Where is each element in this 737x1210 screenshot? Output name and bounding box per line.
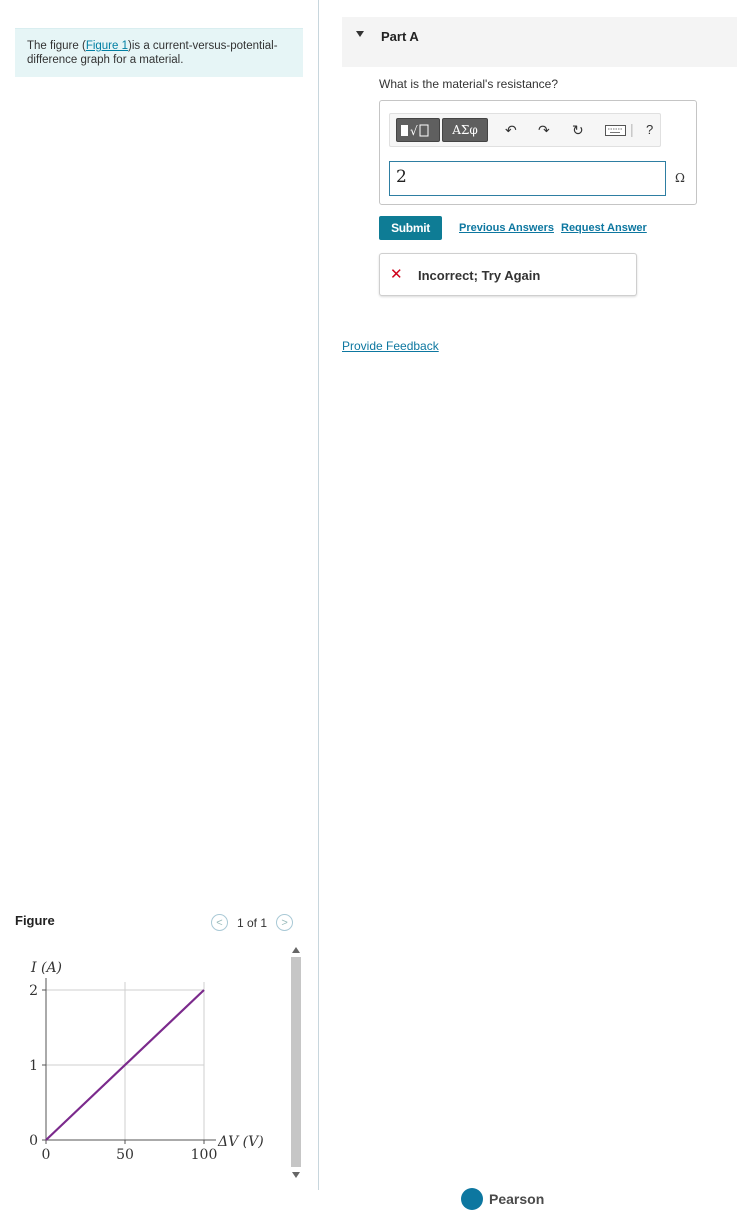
templates-button[interactable]: √ — [396, 118, 440, 142]
scroll-down-arrow[interactable] — [292, 1172, 300, 1178]
pearson-logo-icon — [461, 1188, 483, 1210]
x-tick-label: 0 — [42, 1147, 51, 1163]
math-toolbar: √ ΑΣφ ↶ ↷ ↻ | ? — [389, 113, 661, 147]
part-a-header[interactable]: Part A — [342, 17, 737, 67]
reset-icon[interactable]: ↻ — [572, 122, 584, 139]
undo-icon[interactable]: ↶ — [505, 122, 517, 139]
answer-box: √ ΑΣφ ↶ ↷ ↻ | ? 2 Ω — [379, 100, 697, 205]
provide-feedback-link[interactable]: Provide Feedback — [342, 339, 439, 353]
part-title: Part A — [381, 29, 419, 44]
symbols-button[interactable]: ΑΣφ — [442, 118, 488, 142]
y-tick-label: 2 — [29, 983, 38, 999]
problem-intro: The figure (Figure 1)is a current-versus… — [15, 28, 303, 77]
next-figure-button[interactable]: > — [276, 914, 294, 931]
submit-button[interactable]: Submit — [379, 216, 442, 240]
x-tick-label: 50 — [116, 1147, 134, 1163]
feedback-message: ✕ Incorrect; Try Again — [379, 253, 637, 296]
help-button[interactable]: ? — [646, 122, 653, 137]
question-text: What is the material's resistance? — [379, 77, 559, 91]
unit-label: Ω — [675, 171, 685, 185]
intro-text-before: The figure ( — [27, 40, 86, 52]
redo-icon[interactable]: ↷ — [538, 122, 550, 139]
pearson-wordmark: Pearson — [489, 1191, 545, 1207]
figure-link[interactable]: Figure 1 — [86, 40, 128, 52]
previous-answers-link[interactable]: Previous Answers — [459, 222, 554, 234]
templates-icon: √ — [401, 124, 429, 138]
y-tick-label: 0 — [29, 1133, 38, 1149]
toolbar-separator: | — [630, 121, 634, 137]
request-answer-link[interactable]: Request Answer — [561, 222, 647, 234]
prev-figure-button[interactable]: < — [211, 914, 228, 931]
pearson-footer: Pearson — [461, 1188, 544, 1210]
answer-input[interactable]: 2 — [389, 161, 666, 196]
feedback-text: Incorrect; Try Again — [418, 268, 541, 283]
collapse-triangle-icon[interactable] — [356, 31, 364, 37]
figure-pager: < 1 of 1 > — [211, 914, 294, 931]
svg-text:√: √ — [410, 124, 418, 138]
figure-label: Figure — [15, 913, 55, 928]
figure-scrollbar[interactable] — [289, 945, 301, 1180]
scroll-thumb[interactable] — [291, 957, 301, 1167]
incorrect-x-icon: ✕ — [390, 266, 403, 283]
y-axis-label: I (A) — [30, 960, 62, 976]
x-axis-label: ΔV (V) — [217, 1134, 264, 1150]
figure-count: 1 of 1 — [237, 915, 268, 930]
current-vs-voltage-graph: 0 50 100 0 1 2 I (A) ΔV (V) — [29, 960, 264, 1163]
x-tick-label: 100 — [191, 1147, 218, 1163]
keyboard-icon[interactable] — [605, 125, 627, 137]
column-divider — [318, 0, 319, 1190]
y-tick-label: 1 — [29, 1058, 38, 1074]
ticks: 0 50 100 0 1 2 — [29, 983, 217, 1163]
scroll-up-arrow[interactable] — [292, 947, 300, 953]
